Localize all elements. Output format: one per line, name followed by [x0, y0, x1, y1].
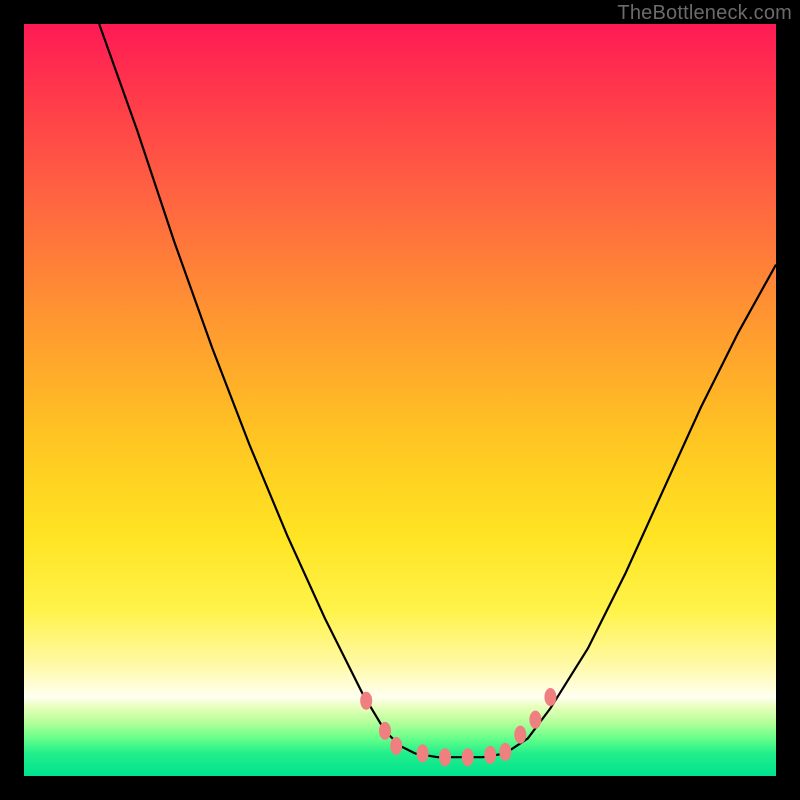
transition-dot [484, 746, 496, 764]
transition-dot [360, 692, 372, 710]
transition-dot [379, 722, 391, 740]
chart-frame: TheBottleneck.com [0, 0, 800, 800]
watermark-label: TheBottleneck.com [617, 2, 792, 25]
curve-layer [24, 24, 776, 776]
transition-dots-group [360, 688, 556, 766]
curve-right-branch [505, 265, 776, 754]
curve-left-branch [99, 24, 415, 753]
transition-dot [439, 748, 451, 766]
transition-dot [499, 743, 511, 761]
transition-dot [390, 737, 402, 755]
transition-dot [544, 688, 556, 706]
transition-dot [514, 726, 526, 744]
transition-dot [417, 744, 429, 762]
plot-gradient-area [24, 24, 776, 776]
transition-dot [462, 748, 474, 766]
transition-dot [529, 711, 541, 729]
